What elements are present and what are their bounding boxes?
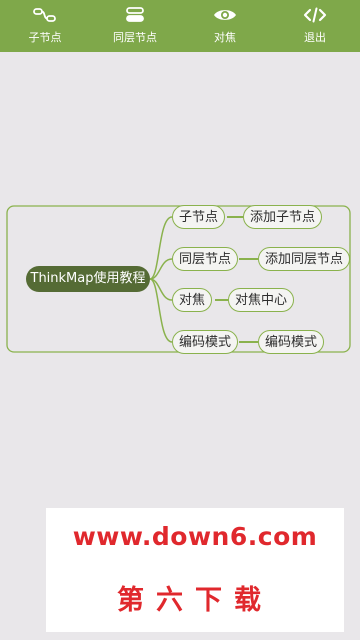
mindmap-root-node[interactable]: ThinkMap使用教程: [26, 266, 150, 292]
mindmap-node-child-node[interactable]: 子节点: [172, 205, 226, 229]
mindmap-node-focus-center[interactable]: 对焦中心: [228, 288, 295, 312]
mindmap-node-sibling-node[interactable]: 同层节点: [172, 247, 239, 271]
mindmap-node-add-child-node[interactable]: 添加子节点: [243, 205, 323, 229]
watermark-text: 第六下载: [117, 585, 273, 616]
watermark-url: www.down6.com: [72, 522, 318, 551]
mindmap-node-add-sibling-node[interactable]: 添加同层节点: [258, 247, 351, 271]
mindmap-node-code-mode-child[interactable]: 编码模式: [258, 330, 325, 354]
mindmap-node-focus[interactable]: 对焦: [172, 288, 213, 312]
mindmap-node-code-mode[interactable]: 编码模式: [172, 330, 239, 354]
watermark-banner: www.down6.com 第六下载: [46, 508, 344, 632]
